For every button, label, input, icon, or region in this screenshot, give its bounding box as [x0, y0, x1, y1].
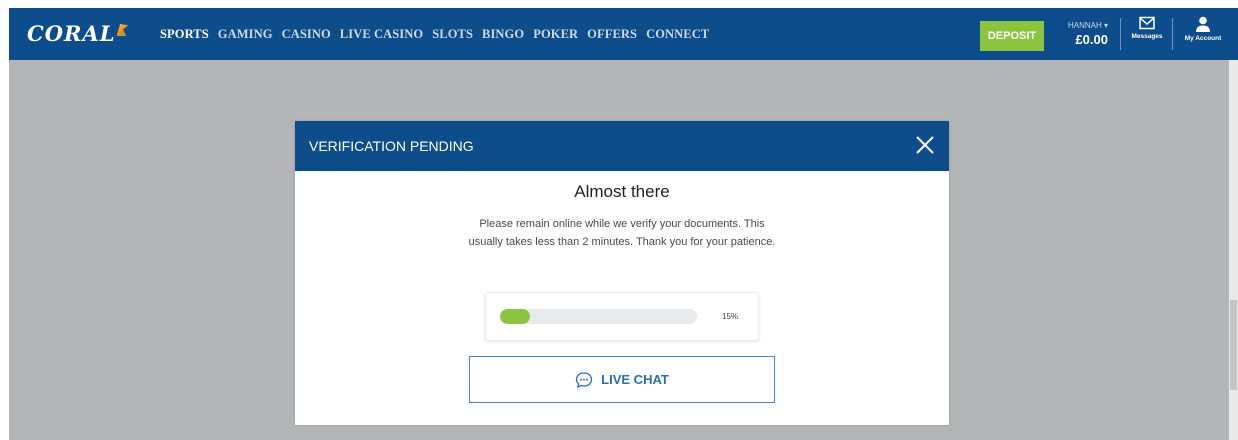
nav-item-gaming[interactable]: GAMING: [218, 27, 273, 42]
user-icon: [1196, 16, 1210, 32]
chat-bubble-icon: [576, 371, 593, 388]
modal-body: Almost there Please remain online while …: [295, 171, 949, 425]
user-balance-menu[interactable]: HANNAH ▾ £0.00: [1056, 21, 1108, 51]
progress-percent: 15%: [722, 312, 739, 321]
nav-item-bingo[interactable]: BINGO: [482, 27, 524, 42]
modal-header: VERIFICATION PENDING: [295, 121, 949, 171]
header-divider: [1172, 18, 1173, 50]
top-navigation-bar: CORAL SPORTS GAMING CASINO LIVE CASINO S…: [9, 8, 1238, 60]
close-icon[interactable]: [913, 133, 937, 157]
nav-item-sports[interactable]: SPORTS: [160, 27, 209, 42]
my-account-button[interactable]: My Account: [1177, 16, 1229, 56]
nav-item-slots[interactable]: SLOTS: [432, 27, 473, 42]
deposit-button[interactable]: DEPOSIT: [980, 21, 1044, 51]
messages-button[interactable]: Messages: [1128, 16, 1166, 56]
progress-card: 15%: [485, 292, 759, 341]
live-chat-button[interactable]: LIVE CHAT: [469, 356, 775, 403]
modal-heading: Almost there: [574, 182, 670, 201]
modal-title: VERIFICATION PENDING: [309, 138, 474, 154]
header-divider: [1120, 18, 1121, 50]
balance-amount: £0.00: [1075, 32, 1108, 47]
page-frame: CORAL SPORTS GAMING CASINO LIVE CASINO S…: [9, 8, 1238, 440]
envelope-icon: [1139, 16, 1155, 30]
nav-item-offers[interactable]: OFFERS: [587, 27, 637, 42]
verification-message: Please remain online while we verify you…: [468, 218, 776, 248]
nav-item-poker[interactable]: POKER: [533, 27, 578, 42]
progress-fill: [500, 309, 530, 324]
verification-pending-modal: VERIFICATION PENDING Almost there Please…: [295, 121, 949, 425]
nav-item-casino[interactable]: CASINO: [282, 27, 331, 42]
page-scrollbar[interactable]: [1229, 60, 1238, 440]
coral-logo[interactable]: CORAL: [27, 21, 129, 47]
nav-item-connect[interactable]: CONNECT: [646, 27, 709, 42]
messages-label: Messages: [1131, 33, 1163, 40]
live-chat-label: LIVE CHAT: [601, 372, 669, 387]
logo-text: CORAL: [27, 21, 116, 46]
user-name: HANNAH ▾: [1067, 21, 1108, 30]
progress-track: [500, 309, 697, 324]
scrollbar-thumb[interactable]: [1230, 300, 1237, 390]
main-nav: SPORTS GAMING CASINO LIVE CASINO SLOTS B…: [160, 8, 709, 60]
nav-item-live-casino[interactable]: LIVE CASINO: [340, 27, 423, 42]
logo-flame-icon: [116, 24, 129, 36]
my-account-label: My Account: [1184, 35, 1222, 42]
